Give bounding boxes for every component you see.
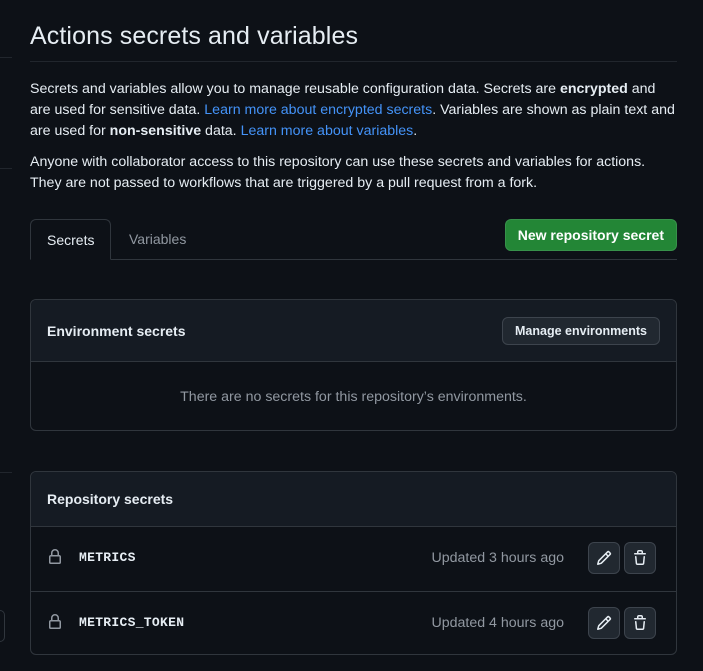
- edit-secret-button[interactable]: [588, 607, 620, 639]
- environment-secrets-header: Environment secrets Manage environments: [31, 300, 676, 362]
- sidebar-item-stub[interactable]: [0, 610, 5, 642]
- secret-row: METRICS Updated 3 hours ago: [31, 527, 676, 591]
- sidebar-divider: [0, 57, 12, 58]
- intro-text-segment: Secrets and variables allow you to manag…: [30, 81, 560, 97]
- intro-bold-encrypted: encrypted: [559, 81, 628, 97]
- settings-page: Actions secrets and variables Secrets an…: [0, 0, 703, 671]
- learn-more-variables-link[interactable]: Learn more about variables: [241, 123, 414, 139]
- intro-text-segment: data.: [201, 123, 241, 139]
- environment-secrets-box: Environment secrets Manage environments …: [30, 299, 677, 431]
- tab-bar: Secrets Variables New repository secret: [30, 219, 677, 260]
- delete-secret-button[interactable]: [624, 542, 656, 574]
- repository-secrets-header: Repository secrets: [31, 472, 676, 527]
- page-title: Actions secrets and variables: [30, 0, 677, 62]
- repository-secrets-title: Repository secrets: [47, 491, 174, 507]
- secret-row: METRICS_TOKEN Updated 4 hours ago: [31, 591, 676, 654]
- lock-icon: [47, 549, 63, 565]
- secret-name: METRICS_TOKEN: [79, 615, 185, 630]
- main-content: Actions secrets and variables Secrets an…: [30, 0, 677, 655]
- repository-secrets-box: Repository secrets METRICS Updated 3 hou…: [30, 471, 677, 655]
- tab-variables[interactable]: Variables: [113, 219, 202, 258]
- intro-text-segment: .: [413, 123, 418, 139]
- new-repository-secret-button[interactable]: New repository secret: [504, 219, 677, 251]
- learn-more-secrets-link[interactable]: Learn more about encrypted secrets: [204, 102, 432, 118]
- tab-secrets[interactable]: Secrets: [30, 219, 112, 260]
- sidebar-divider: [0, 472, 12, 473]
- trash-icon: [632, 615, 648, 631]
- trash-icon: [632, 550, 648, 566]
- pencil-icon: [596, 550, 612, 566]
- secret-updated-time: Updated 3 hours ago: [431, 550, 564, 566]
- sidebar-divider: [0, 168, 12, 169]
- intro-bold-non-sensitive: non-sensitive: [109, 123, 202, 139]
- repository-secrets-list: METRICS Updated 3 hours ago METRICS_TOKE…: [31, 527, 676, 654]
- intro-paragraph-1: Secrets and variables allow you to manag…: [30, 79, 677, 142]
- manage-environments-button[interactable]: Manage environments: [502, 317, 660, 345]
- intro-paragraph-2: Anyone with collaborator access to this …: [30, 154, 646, 191]
- environment-secrets-title: Environment secrets: [47, 323, 186, 339]
- edit-secret-button[interactable]: [588, 542, 620, 574]
- secret-name: METRICS: [79, 550, 136, 565]
- intro-text: Secrets and variables allow you to manag…: [30, 79, 677, 194]
- environment-secrets-empty-message: There are no secrets for this repository…: [180, 389, 527, 405]
- lock-icon: [47, 614, 63, 630]
- delete-secret-button[interactable]: [624, 607, 656, 639]
- secret-updated-time: Updated 4 hours ago: [431, 615, 564, 631]
- pencil-icon: [596, 615, 612, 631]
